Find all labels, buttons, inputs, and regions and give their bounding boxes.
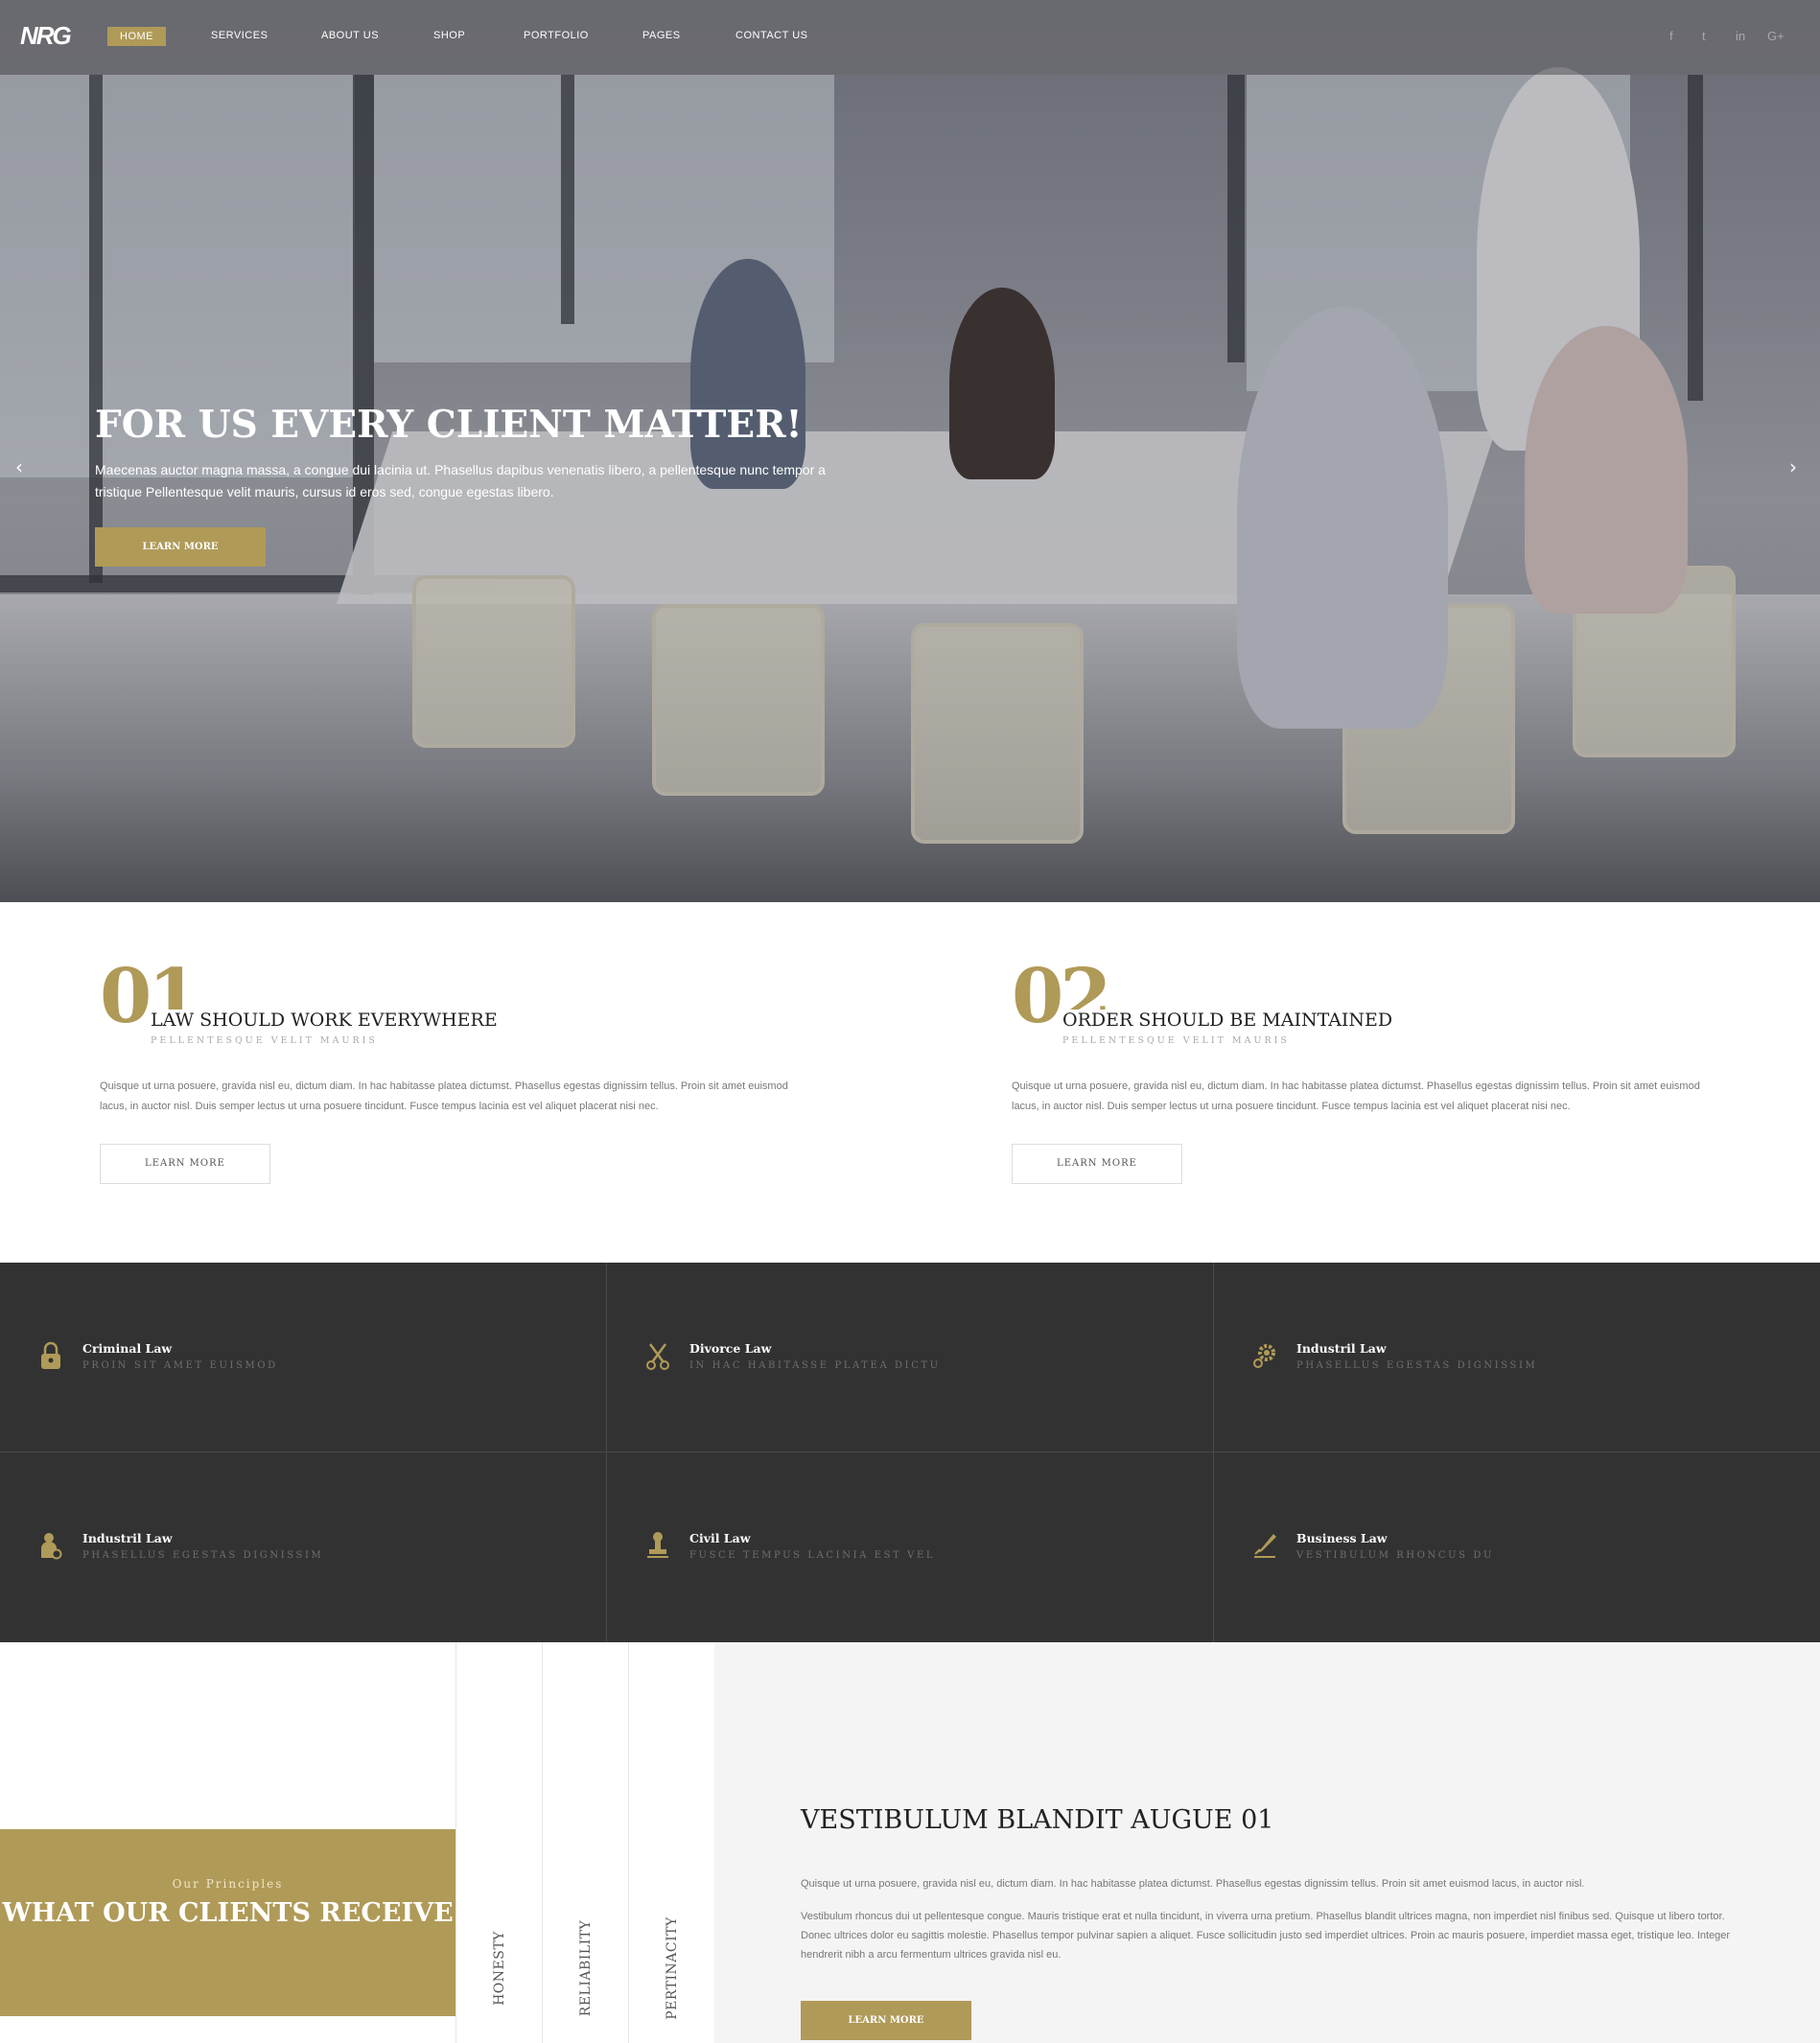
service-subtitle: PHASELLUS EGESTAS DIGNISSIM xyxy=(1296,1360,1538,1371)
hero-description: Maecenas auctor magna massa, a congue du… xyxy=(95,462,826,499)
principles-content-panel: VESTIBULUM BLANDIT AUGUE 01 Quisque ut u… xyxy=(714,1642,1820,2043)
gear-icon xyxy=(1253,1344,1275,1368)
service-industril-law[interactable]: Industril Law PHASELLUS EGESTAS DIGNISSI… xyxy=(0,1452,607,1642)
tab-label: HONESTY xyxy=(491,1931,507,2006)
service-name: Divorce Law xyxy=(689,1341,772,1356)
feature-title: ORDER SHOULD BE MAINTAINED xyxy=(1062,1010,1397,1031)
service-civil-law[interactable]: Civil Law FUSCE TEMPUS LACINIA EST VEL xyxy=(607,1452,1214,1642)
principles-tag: Our Principles xyxy=(172,1877,284,1891)
nav-item-about-us[interactable]: ABOUT US xyxy=(321,30,379,41)
feature-subtitle: PELLENTESQUE VELIT MAURIS xyxy=(151,1035,378,1046)
content-paragraph: Vestibulum rhoncus dui ut pellentesque c… xyxy=(801,1911,1731,1961)
service-subtitle: PHASELLUS EGESTAS DIGNISSIM xyxy=(82,1550,324,1561)
service-criminal-law[interactable]: Criminal Law PROIN SIT AMET EUISMOD xyxy=(0,1263,607,1452)
principles-heading-box: Our Principles WHAT OUR CLIENTS RECEIVE xyxy=(0,1829,455,2016)
feature-title: LAW SHOULD WORK EVERYWHERE xyxy=(151,1010,502,1031)
slider-next-arrow-icon[interactable]: › xyxy=(1789,455,1797,478)
slider-prev-arrow-icon[interactable]: ‹ xyxy=(15,455,23,478)
site-logo[interactable]: NRG xyxy=(20,21,72,51)
service-subtitle: VESTIBULUM RHONCUS DU xyxy=(1296,1550,1495,1561)
service-name: Civil Law xyxy=(689,1531,751,1545)
service-divorce-law[interactable]: Divorce Law IN HAC HABITASSE PLATEA DICT… xyxy=(607,1263,1214,1452)
service-name: Industril Law xyxy=(1296,1341,1387,1356)
stamp-icon xyxy=(647,1532,668,1558)
nav-item-services[interactable]: SERVICES xyxy=(211,30,268,41)
nav-item-portfolio[interactable]: PORTFOLIO xyxy=(524,30,589,41)
scissors-icon xyxy=(646,1343,669,1370)
principles-title: WHAT OUR CLIENTS RECEIVE xyxy=(2,1898,454,1928)
hero-overlay xyxy=(0,0,1820,902)
nav-item-shop[interactable]: SHOP xyxy=(433,30,465,41)
service-subtitle: IN HAC HABITASSE PLATEA DICTU xyxy=(689,1360,941,1371)
service-name: Industril Law xyxy=(82,1531,173,1545)
service-business-law[interactable]: Business Law VESTIBULUM RHONCUS DU xyxy=(1214,1452,1820,1642)
feature-learn-more-button[interactable]: LEARN MORE xyxy=(1012,1144,1182,1184)
service-industril-law[interactable]: Industril Law PHASELLUS EGESTAS DIGNISSI… xyxy=(1214,1263,1820,1452)
tab-pertinacity[interactable]: PERTINACITY xyxy=(628,1642,714,2043)
content-title: VESTIBULUM BLANDIT AUGUE 01 xyxy=(801,1805,1274,1835)
service-name: Business Law xyxy=(1296,1531,1388,1545)
feature-text: Quisque ut urna posuere, gravida nisl eu… xyxy=(100,1080,788,1112)
tab-label: PERTINACITY xyxy=(664,1916,680,2020)
hero-title: FOR US EVERY CLIENT MATTER! xyxy=(95,403,803,447)
tab-reliability[interactable]: RELIABILITY xyxy=(542,1642,628,2043)
linkedin-icon[interactable]: in xyxy=(1736,29,1745,43)
feature-learn-more-button[interactable]: LEARN MORE xyxy=(100,1144,270,1184)
content-learn-more-button[interactable]: LEARN MORE xyxy=(801,2001,971,2040)
tab-honesty[interactable]: HONESTY xyxy=(455,1642,542,2043)
nav-item-contact-us[interactable]: CONTACT US xyxy=(735,30,808,41)
nav-item-pages[interactable]: PAGES xyxy=(642,30,681,41)
padlock-icon xyxy=(41,1341,60,1369)
pen-icon xyxy=(1254,1534,1276,1558)
hero-learn-more-button[interactable]: LEARN MORE xyxy=(95,527,266,567)
hero-section: FOR US EVERY CLIENT MATTER! Maecenas auc… xyxy=(0,0,1820,902)
twitter-icon[interactable]: t xyxy=(1702,29,1706,43)
content-paragraph: Quisque ut urna posuere, gravida nisl eu… xyxy=(801,1878,1585,1890)
service-subtitle: FUSCE TEMPUS LACINIA EST VEL xyxy=(689,1550,936,1561)
top-navigation: NRG HOME SERVICES ABOUT US SHOP PORTFOLI… xyxy=(0,0,1820,75)
tab-label: RELIABILITY xyxy=(577,1919,594,2017)
principles-section: Our Principles WHAT OUR CLIENTS RECEIVE … xyxy=(0,1642,1820,2043)
nav-item-home[interactable]: HOME xyxy=(107,27,166,46)
feature-text: Quisque ut urna posuere, gravida nisl eu… xyxy=(1012,1080,1700,1112)
google-plus-icon[interactable]: G+ xyxy=(1767,29,1785,43)
service-subtitle: PROIN SIT AMET EUISMOD xyxy=(82,1360,278,1371)
worker-icon xyxy=(41,1533,62,1560)
service-name: Criminal Law xyxy=(82,1341,173,1356)
feature-subtitle: PELLENTESQUE VELIT MAURIS xyxy=(1062,1035,1290,1046)
services-grid: Criminal Law PROIN SIT AMET EUISMOD Divo… xyxy=(0,1263,1820,1642)
facebook-icon[interactable]: f xyxy=(1669,29,1673,43)
